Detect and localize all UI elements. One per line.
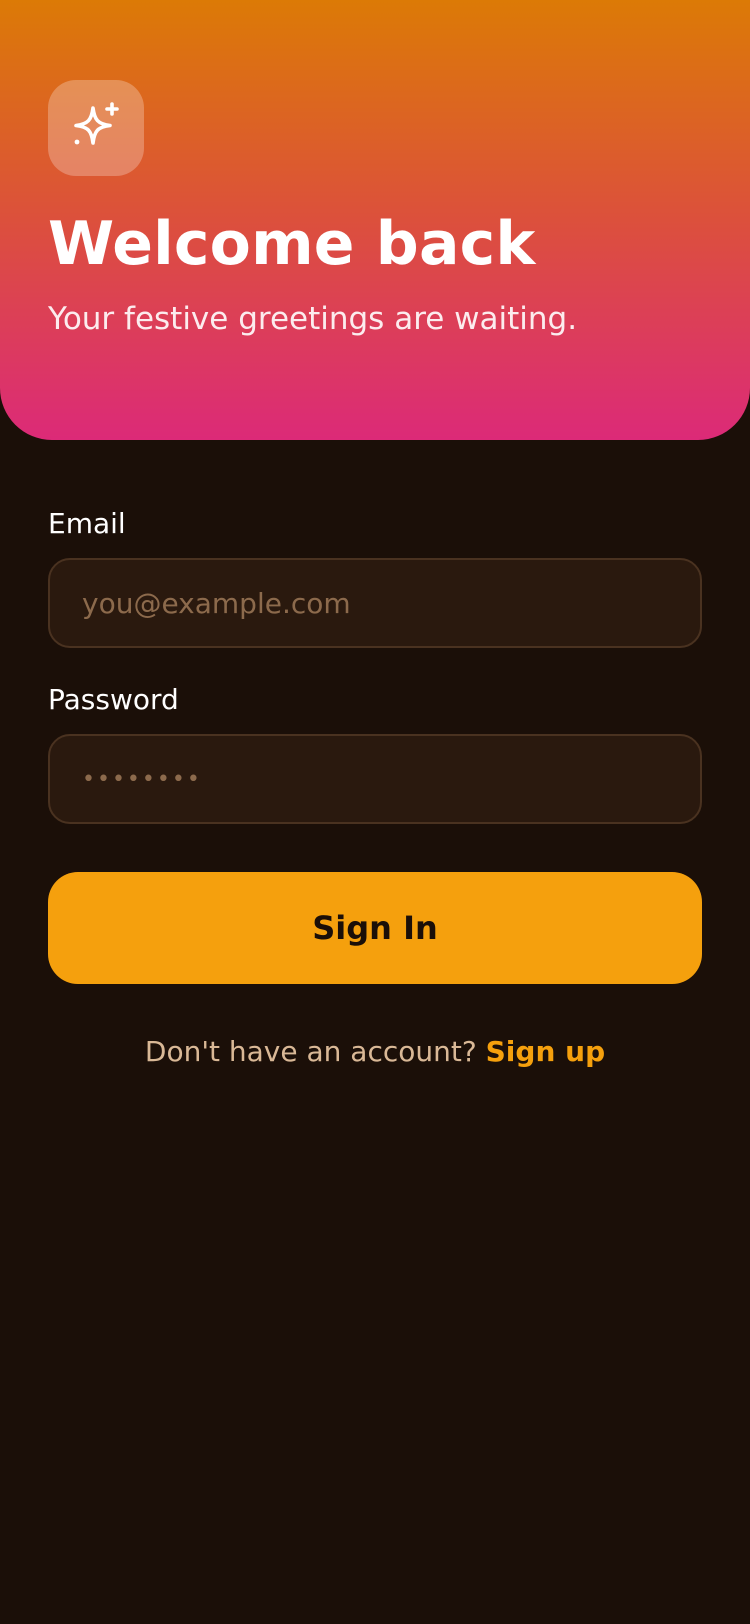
sign-up-link[interactable]: Sign up [486, 1035, 605, 1068]
sparkles-icon [74, 102, 119, 145]
sign-in-button[interactable]: Sign In [48, 872, 702, 984]
email-input[interactable] [82, 586, 668, 620]
password-field[interactable]: •••••••• [48, 734, 702, 824]
app-badge [48, 80, 144, 176]
hero-header: Welcome back Your festive greetings are … [0, 0, 750, 440]
signup-prompt: Don't have an account? Sign up [0, 1034, 750, 1070]
email-field[interactable] [48, 558, 702, 648]
password-masked-value[interactable]: •••••••• [82, 767, 202, 792]
page-title: Welcome back [48, 209, 536, 279]
signup-prompt-text: Don't have an account? [144, 1035, 477, 1068]
page-subtitle: Your festive greetings are waiting. [48, 301, 578, 337]
password-label: Password [48, 683, 179, 716]
email-label: Email [48, 507, 126, 540]
